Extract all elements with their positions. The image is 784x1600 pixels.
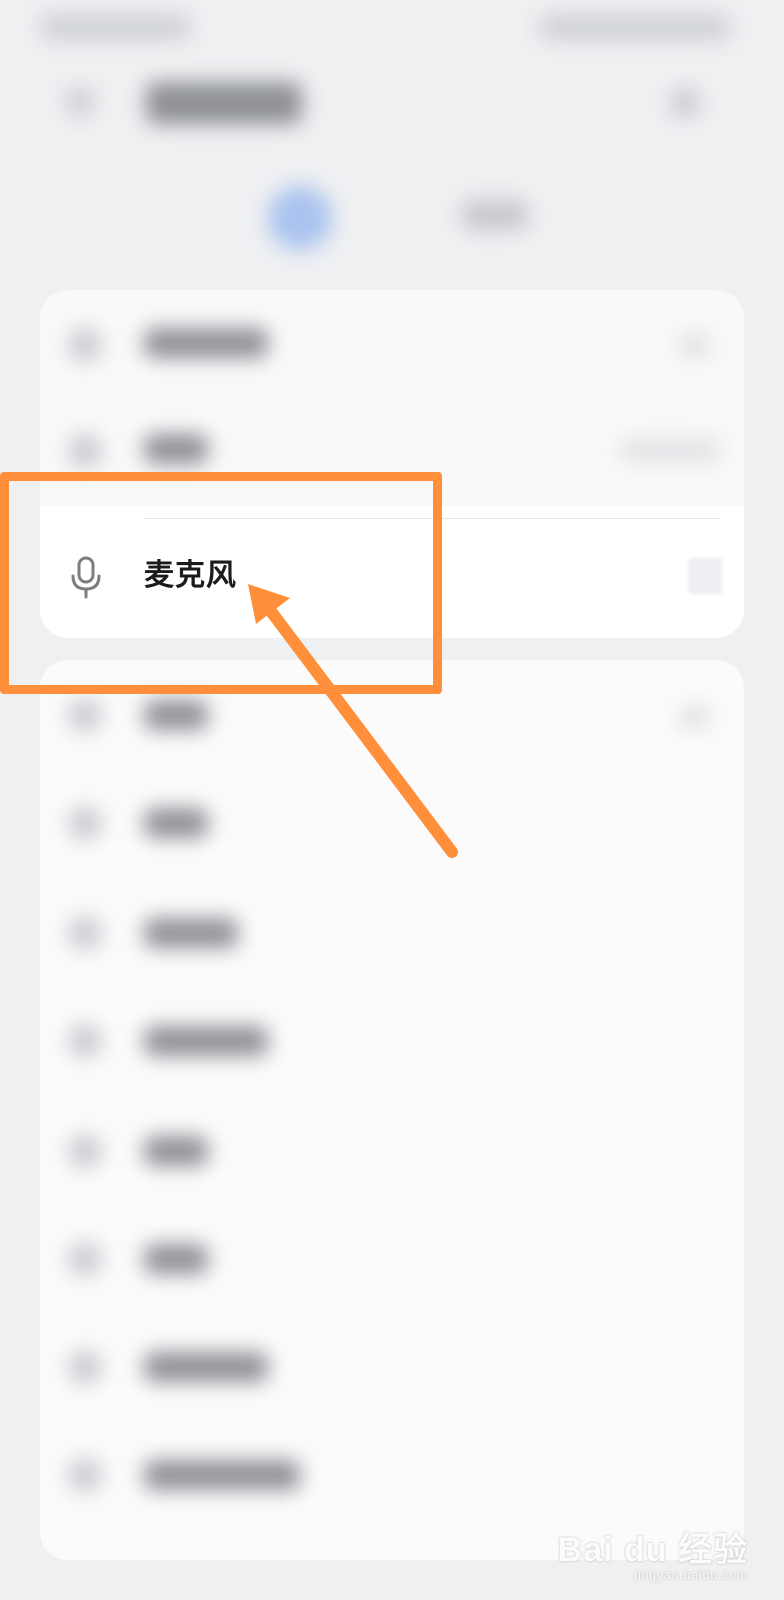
highlight-box (0, 472, 442, 694)
watermark-url: jingyan.baidu.com (634, 1568, 748, 1582)
watermark-logo: Bai du 经验 (557, 1531, 748, 1569)
phone-screen: 麦克风 Bai du 经验 jingyan.baidu.com (0, 0, 784, 1600)
baidu-jingyan-watermark: Bai du 经验 jingyan.baidu.com (558, 1532, 748, 1582)
permission-card-bottom (40, 660, 744, 1560)
microphone-row-control[interactable] (688, 558, 722, 594)
